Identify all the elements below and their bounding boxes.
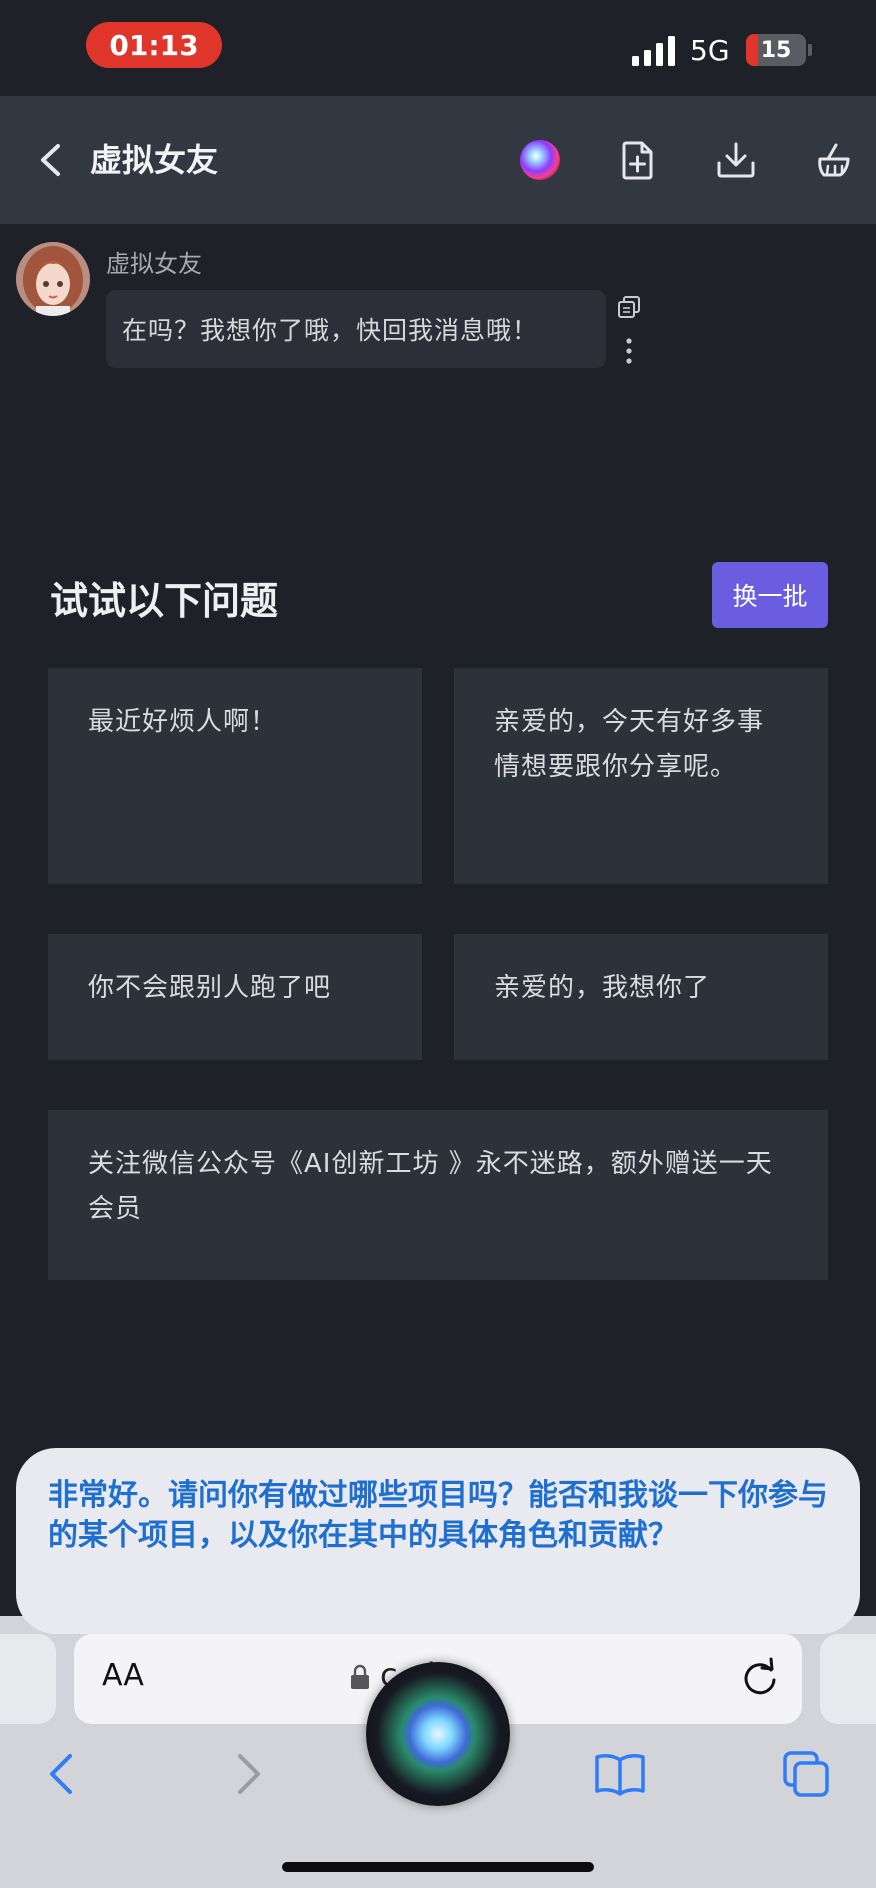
file-add-icon	[622, 141, 653, 180]
tabs-button[interactable]	[776, 1746, 836, 1802]
chevron-right-icon	[238, 1754, 260, 1794]
siri-response-card: 非常好。请问你有做过哪些项目吗？能否和我谈一下你参与的某个项目，以及你在其中的具…	[16, 1448, 860, 1634]
suggestions-title: 试试以下问题	[50, 579, 279, 623]
page-title: 虚拟女友	[90, 141, 219, 179]
forward-nav-button[interactable]	[220, 1746, 280, 1802]
suggestion-text: 亲爱的，今天有好多事情想要跟你分享呢。	[494, 707, 765, 782]
back-button[interactable]	[28, 136, 72, 184]
refresh-suggestions-button[interactable]: 换一批	[712, 562, 828, 628]
download-icon	[717, 142, 755, 178]
chevron-left-icon	[41, 144, 60, 176]
next-tab-preview[interactable]	[820, 1634, 876, 1724]
suggestion-card[interactable]: 最近好烦人啊！	[48, 668, 422, 884]
bookmarks-button[interactable]	[590, 1746, 650, 1802]
reload-icon[interactable]	[738, 1656, 782, 1700]
suggestion-text: 关注微信公众号《AI创新工坊 》永不迷路，额外赠送一天会员	[88, 1149, 773, 1224]
clear-button[interactable]	[808, 134, 860, 186]
battery-nub	[808, 44, 812, 56]
broom-icon	[818, 143, 850, 177]
suggestion-text: 亲爱的，我想你了	[494, 973, 711, 1003]
cellular-signal-icon	[632, 36, 675, 66]
suggestion-card[interactable]: 亲爱的，我想你了	[454, 934, 828, 1060]
new-chat-button[interactable]	[612, 134, 664, 186]
copy-icon[interactable]	[616, 294, 642, 320]
download-button[interactable]	[710, 134, 762, 186]
status-time: 01:13	[86, 22, 222, 68]
back-nav-button[interactable]	[30, 1746, 90, 1802]
battery-icon: 15	[746, 34, 806, 66]
status-bar: 01:13 5G 15	[0, 0, 876, 96]
home-indicator[interactable]	[282, 1862, 594, 1872]
book-icon	[595, 1754, 645, 1796]
avatar	[16, 242, 90, 316]
suggestion-text: 最近好烦人啊！	[88, 707, 278, 737]
sender-name: 虚拟女友	[106, 250, 202, 278]
message-text: 在吗？我想你了哦，快回我消息哦！	[122, 316, 539, 345]
previous-tab-preview[interactable]	[0, 1634, 56, 1724]
more-vertical-icon[interactable]	[616, 336, 642, 366]
suggestion-text: 你不会跟别人跑了吧	[88, 973, 332, 1003]
battery-level: 15	[760, 37, 792, 63]
siri-response-text: 非常好。请问你有做过哪些项目吗？能否和我谈一下你参与的某个项目，以及你在其中的具…	[48, 1478, 828, 1553]
tabs-icon	[783, 1751, 829, 1797]
message-bubble: 在吗？我想你了哦，快回我消息哦！	[106, 290, 606, 368]
chevron-left-icon	[50, 1754, 72, 1794]
siri-button[interactable]	[514, 134, 566, 186]
app-header: 虚拟女友	[0, 96, 876, 224]
suggestion-card[interactable]: 关注微信公众号《AI创新工坊 》永不迷路，额外赠送一天会员	[48, 1110, 828, 1280]
reader-settings-button[interactable]: AA	[102, 1658, 144, 1693]
siri-orb-icon[interactable]	[366, 1662, 510, 1806]
lock-icon	[351, 1664, 369, 1689]
suggestion-card[interactable]: 亲爱的，今天有好多事情想要跟你分享呢。	[454, 668, 828, 884]
avatar-image	[16, 242, 90, 316]
suggestion-card[interactable]: 你不会跟别人跑了吧	[48, 934, 422, 1060]
network-type: 5G	[690, 34, 730, 67]
siri-icon	[520, 140, 560, 180]
